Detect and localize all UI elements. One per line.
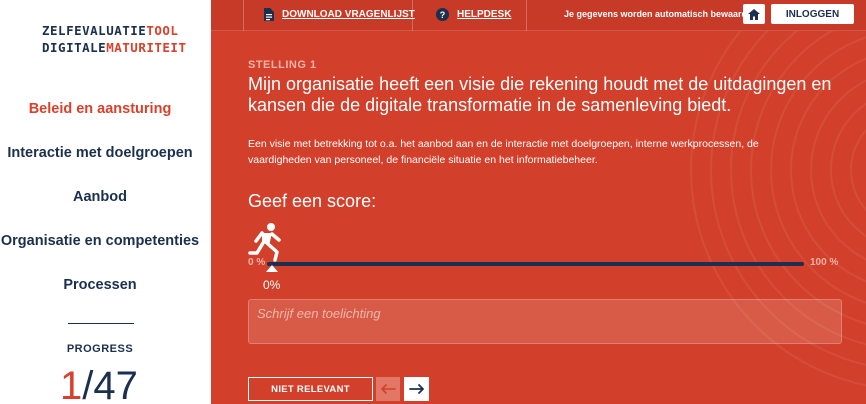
score-slider-track[interactable] <box>267 262 804 266</box>
sidebar-item-beleid-en-aansturing[interactable]: Beleid en aansturing <box>0 101 200 117</box>
statement-question: Mijn organisatie heeft een visie die rek… <box>248 74 832 115</box>
comment-input[interactable] <box>248 299 842 344</box>
download-questionnaire-label: DOWNLOAD VRAGENLIJST <box>282 9 415 20</box>
logo-line-1: ZELFEVALUATIETOOL <box>42 22 178 39</box>
sidebar-item-processen[interactable]: Processen <box>0 277 200 293</box>
sidebar-item-organisatie-en-competenties[interactable]: Organisatie en competenties <box>0 233 200 249</box>
sidebar-item-aanbod[interactable]: Aanbod <box>0 189 200 205</box>
top-bar-separator <box>412 0 413 31</box>
logo[interactable]: ZELFEVALUATIETOOL DIGITALEMATURITEIT <box>42 22 186 72</box>
sidebar-item-interactie-met-doelgroepen[interactable]: Interactie met doelgroepen <box>0 145 200 161</box>
svg-text:?: ? <box>440 10 446 20</box>
top-bar-separator <box>243 0 244 31</box>
login-button[interactable]: INLOGGEN <box>771 4 854 24</box>
running-person-icon <box>248 223 281 262</box>
previous-button[interactable] <box>376 377 400 401</box>
next-button[interactable] <box>404 377 429 401</box>
logo-text-red-1: TOOL <box>146 23 179 38</box>
slider-min-label: 0 % <box>248 257 266 268</box>
logo-text-dark-1: ZELFEVALUATIE <box>42 23 147 38</box>
slider-max-label: 100 % <box>810 257 839 268</box>
progress-total: 47 <box>93 364 138 404</box>
document-icon <box>264 8 274 21</box>
score-label: Geef een score: <box>248 191 377 211</box>
statement-number: STELLING 1 <box>248 59 317 71</box>
home-icon <box>748 8 760 20</box>
logo-text-dark-2: DIGITALE <box>42 40 107 55</box>
download-questionnaire-link[interactable]: DOWNLOAD VRAGENLIJST <box>263 8 415 21</box>
top-bar: DOWNLOAD VRAGENLIJST ? HELPDESK Je gegev… <box>211 0 866 31</box>
score-value: 0% <box>263 278 281 292</box>
sidebar: ZELFEVALUATIETOOL DIGITALEMATURITEIT Bel… <box>0 0 211 404</box>
progress-divider <box>68 323 134 324</box>
progress-label: PROGRESS <box>66 343 134 355</box>
arrow-left-icon <box>381 384 396 394</box>
statement-explanation: Een visie met betrekking tot o.a. het aa… <box>248 138 759 166</box>
autosave-notice: Je gegevens worden automatisch bewaard <box>564 9 748 19</box>
arrow-right-icon <box>408 384 424 394</box>
home-button[interactable] <box>743 4 765 24</box>
question-circle-icon: ? <box>436 8 449 21</box>
main-panel: DOWNLOAD VRAGENLIJST ? HELPDESK Je gegev… <box>211 0 866 404</box>
progress-current: 1 <box>60 364 83 404</box>
top-bar-separator <box>526 0 527 31</box>
logo-line-2: DIGITALEMATURITEIT <box>42 39 186 56</box>
progress-separator: / <box>82 364 94 404</box>
helpdesk-label: HELPDESK <box>457 9 512 20</box>
score-slider-thumb[interactable] <box>266 265 278 272</box>
progress-counter: 1/47 <box>60 362 138 404</box>
logo-text-red-2: MATURITEIT <box>106 40 187 55</box>
not-relevant-button[interactable]: NIET RELEVANT <box>248 377 373 401</box>
helpdesk-link[interactable]: ? HELPDESK <box>436 8 511 21</box>
